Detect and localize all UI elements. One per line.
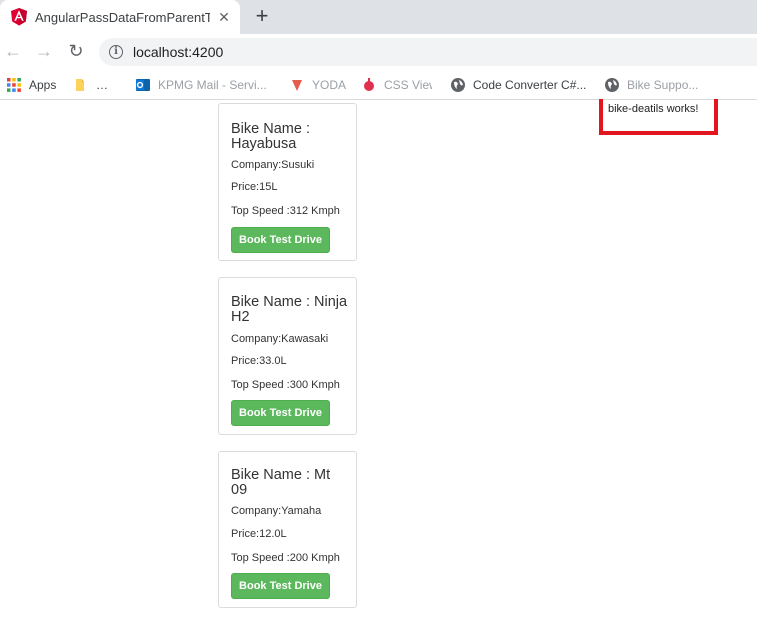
bookmark-kpmg-mail[interactable]: KPMG Mail - Servi... xyxy=(158,76,270,94)
close-icon[interactable]: ✕ xyxy=(216,9,232,25)
back-arrow-icon[interactable]: ← xyxy=(1,39,25,63)
bike-card: Bike Name : Mt 09 Company:Yamaha Price:1… xyxy=(218,451,357,608)
book-test-drive-button[interactable]: Book Test Drive xyxy=(231,227,330,253)
address-bar[interactable]: i localhost:4200 xyxy=(99,38,757,66)
globe-icon xyxy=(605,78,619,92)
bike-top-speed: Top Speed :312 Kmph xyxy=(231,205,340,217)
bike-card: Bike Name : Hayabusa Company:Susuki Pric… xyxy=(218,103,357,261)
bookmark-folder[interactable]: … xyxy=(96,76,112,94)
bike-name: Bike Name : Hayabusa xyxy=(231,121,310,152)
bookmark-yoda[interactable]: YODA xyxy=(312,76,352,94)
forward-arrow-icon[interactable]: → xyxy=(32,39,56,63)
bike-top-speed: Top Speed :300 Kmph xyxy=(231,379,340,391)
bookmark-code-converter[interactable]: Code Converter C#... xyxy=(473,76,586,94)
book-test-drive-button[interactable]: Book Test Drive xyxy=(231,573,330,599)
bookmark-bike-support[interactable]: Bike Suppo... xyxy=(627,76,737,94)
bike-details-highlight: bike-deatils works! xyxy=(599,99,718,135)
bike-price: Price:15L xyxy=(231,181,278,193)
url-text[interactable]: localhost:4200 xyxy=(133,44,223,60)
globe-icon xyxy=(451,78,465,92)
bike-top-speed: Top Speed :200 Kmph xyxy=(231,552,340,564)
bookmark-css-view[interactable]: CSS View xyxy=(384,76,432,94)
bookmark-apps[interactable]: Apps xyxy=(29,76,56,94)
bookmark-icon xyxy=(292,80,302,91)
bike-company: Company:Susuki xyxy=(231,159,315,171)
apps-grid-icon xyxy=(7,78,21,92)
tab-title: AngularPassDataFromParentToCh xyxy=(35,10,210,25)
bookmarks-bar: Apps … KPMG Mail - Servi... YODA CSS Vie… xyxy=(0,70,757,100)
folder-icon xyxy=(76,79,84,91)
bike-card: Bike Name : Ninja H2 Company:Kawasaki Pr… xyxy=(218,277,357,435)
tab-strip: AngularPassDataFromParentToCh ✕ + xyxy=(0,0,757,34)
bike-company: Company:Yamaha xyxy=(231,505,322,517)
info-icon[interactable]: i xyxy=(109,45,123,59)
new-tab-icon[interactable]: + xyxy=(251,5,273,27)
reload-icon[interactable]: ↻ xyxy=(64,39,88,63)
bike-company: Company:Kawasaki xyxy=(231,333,329,345)
browser-tab[interactable]: AngularPassDataFromParentToCh ✕ xyxy=(0,0,240,34)
outlook-icon xyxy=(136,79,150,91)
bike-name: Bike Name : Mt 09 xyxy=(231,467,331,498)
bike-price: Price:33.0L xyxy=(231,355,287,367)
bike-details-text: bike-deatils works! xyxy=(608,103,699,115)
browser-toolbar: ← → ↻ i localhost:4200 xyxy=(0,34,757,70)
book-test-drive-button[interactable]: Book Test Drive xyxy=(231,400,330,426)
bike-name: Bike Name : Ninja H2 xyxy=(231,294,348,325)
angular-logo-icon xyxy=(11,8,27,26)
bookmark-icon xyxy=(364,78,374,91)
bike-price: Price:12.0L xyxy=(231,528,287,540)
